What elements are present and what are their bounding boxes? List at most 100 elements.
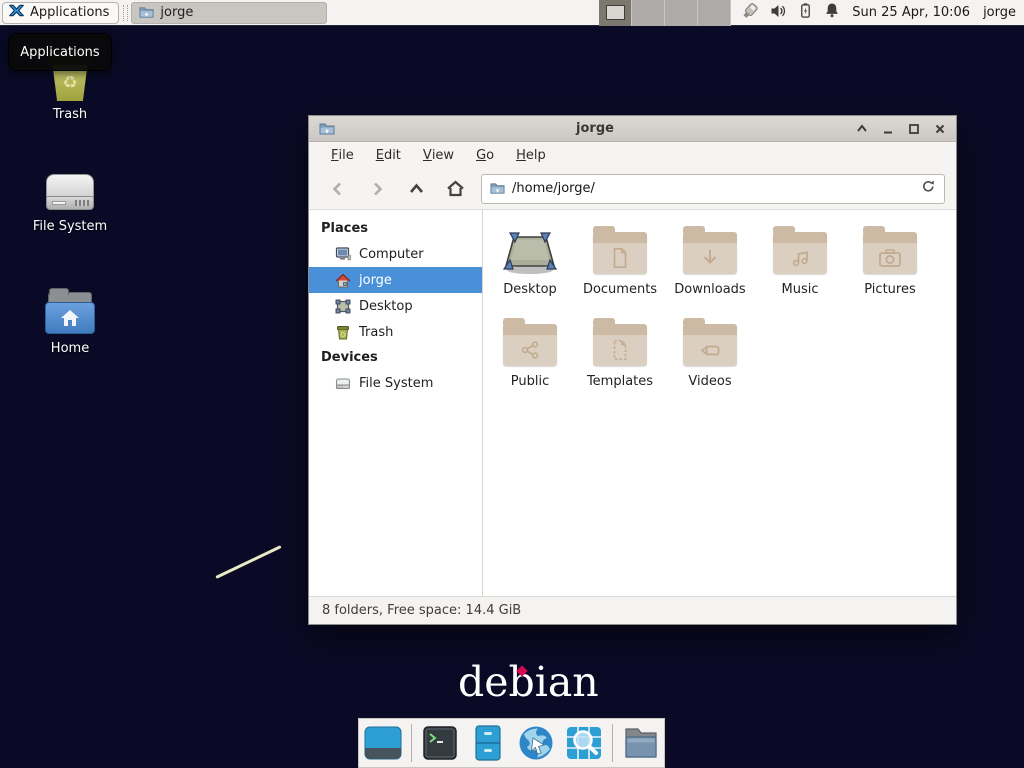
sidebar-item-filesystem[interactable]: File System bbox=[309, 370, 482, 396]
folder-item-desktop[interactable]: Desktop bbox=[485, 224, 575, 312]
recycle-glyph: ♻ bbox=[62, 73, 77, 93]
menu-go[interactable]: Go bbox=[465, 142, 505, 168]
folder-item-pictures[interactable]: Pictures bbox=[845, 224, 935, 312]
directory-menu-button[interactable] bbox=[621, 723, 661, 763]
desktop-icon-filesystem[interactable]: File System bbox=[22, 168, 118, 234]
dock-separator bbox=[612, 724, 613, 762]
shade-button[interactable] bbox=[855, 122, 868, 135]
harddrive-icon bbox=[44, 174, 96, 214]
file-manager-window: jorge File Edit View Go Help bbox=[308, 115, 957, 625]
workspace-switcher bbox=[599, 0, 731, 26]
trash-icon bbox=[335, 325, 351, 340]
camera-glyph bbox=[877, 246, 903, 270]
menu-edit[interactable]: Edit bbox=[365, 142, 412, 168]
folder-view: Desktop Documents Downloads bbox=[483, 210, 956, 596]
folder-icon bbox=[503, 324, 557, 366]
workspace-4[interactable] bbox=[698, 0, 731, 26]
notification-bell-icon[interactable] bbox=[824, 2, 840, 23]
desktop-screen: Applications jorge bbox=[0, 0, 1024, 768]
applications-menu-button[interactable]: Applications bbox=[2, 2, 119, 24]
window-titlebar[interactable]: jorge bbox=[309, 116, 956, 142]
home-button[interactable] bbox=[437, 174, 473, 204]
desktop-icon-label: Trash bbox=[53, 107, 87, 122]
top-panel: Applications jorge bbox=[0, 0, 1024, 26]
workspace-2[interactable] bbox=[632, 0, 665, 26]
show-desktop-button[interactable] bbox=[363, 723, 403, 763]
sidebar-item-desktop[interactable]: Desktop bbox=[309, 293, 482, 319]
folder-item-public[interactable]: Public bbox=[485, 316, 575, 404]
folder-item-videos[interactable]: Videos bbox=[665, 316, 755, 404]
debian-logo: debian bbox=[458, 660, 599, 705]
close-button[interactable] bbox=[933, 122, 946, 135]
share-glyph bbox=[518, 338, 542, 362]
desktop-icon-home[interactable]: Home bbox=[22, 290, 118, 356]
desktop-item-icon bbox=[502, 230, 558, 276]
address-input[interactable] bbox=[512, 181, 914, 196]
folder-item-downloads[interactable]: Downloads bbox=[665, 224, 755, 312]
maximize-button[interactable] bbox=[907, 122, 920, 135]
drive-icon bbox=[335, 377, 351, 390]
panel-clock: Sun 25 Apr, 10:06 bbox=[852, 5, 970, 20]
file-cabinet-launcher[interactable] bbox=[468, 723, 508, 763]
up-button[interactable] bbox=[398, 174, 434, 204]
removable-media-icon[interactable] bbox=[741, 2, 759, 24]
sidebar-header-devices: Devices bbox=[309, 345, 482, 370]
power-manager-icon[interactable] bbox=[798, 2, 813, 23]
desktop-icon bbox=[335, 299, 351, 314]
window-title: jorge bbox=[335, 121, 855, 136]
status-text: 8 folders, Free space: 14.4 GiB bbox=[322, 603, 521, 618]
workspace-3[interactable] bbox=[665, 0, 698, 26]
folder-item-templates[interactable]: Templates bbox=[575, 316, 665, 404]
folder-icon bbox=[863, 232, 917, 274]
menu-view[interactable]: View bbox=[412, 142, 465, 168]
minimize-button[interactable] bbox=[881, 122, 894, 135]
menu-file[interactable]: File bbox=[320, 142, 365, 168]
web-browser-launcher[interactable] bbox=[516, 723, 556, 763]
download-arrow-glyph bbox=[698, 246, 722, 270]
sidebar: Places Computer jorge Desktop Trash bbox=[309, 210, 483, 596]
statusbar: 8 folders, Free space: 14.4 GiB bbox=[309, 596, 956, 624]
app-finder-launcher[interactable] bbox=[564, 723, 604, 763]
sidebar-item-trash[interactable]: Trash bbox=[309, 319, 482, 345]
folder-item-music[interactable]: Music bbox=[755, 224, 845, 312]
folder-icon bbox=[683, 232, 737, 274]
panel-username[interactable]: jorge bbox=[983, 5, 1016, 20]
template-glyph bbox=[609, 338, 631, 362]
taskbar-window-label: jorge bbox=[160, 5, 193, 20]
back-button[interactable] bbox=[320, 174, 356, 204]
toolbar bbox=[309, 168, 956, 210]
panel-handle[interactable] bbox=[123, 5, 128, 21]
sidebar-header-places: Places bbox=[309, 216, 482, 241]
volume-icon[interactable] bbox=[770, 3, 787, 23]
bottom-dock bbox=[358, 718, 665, 768]
home-folder-icon bbox=[44, 292, 96, 336]
address-folder-icon bbox=[490, 181, 505, 196]
sidebar-item-computer[interactable]: Computer bbox=[309, 241, 482, 267]
folder-item-documents[interactable]: Documents bbox=[575, 224, 665, 312]
window-folder-icon bbox=[319, 121, 335, 137]
computer-icon bbox=[335, 247, 351, 261]
applications-menu-label: Applications bbox=[30, 5, 109, 20]
desktop-icon-label: Home bbox=[51, 341, 89, 356]
home-icon bbox=[335, 273, 351, 288]
system-tray bbox=[741, 2, 840, 24]
folder-icon bbox=[139, 5, 154, 20]
address-bar[interactable] bbox=[481, 174, 945, 204]
folder-icon bbox=[773, 232, 827, 274]
sidebar-item-jorge[interactable]: jorge bbox=[309, 267, 482, 293]
folder-icon bbox=[683, 324, 737, 366]
menu-help[interactable]: Help bbox=[505, 142, 557, 168]
workspace-1[interactable] bbox=[599, 0, 632, 26]
forward-button[interactable] bbox=[359, 174, 395, 204]
folder-icon bbox=[593, 324, 647, 366]
reload-button[interactable] bbox=[921, 179, 936, 198]
video-camera-glyph bbox=[697, 338, 723, 362]
document-glyph bbox=[609, 246, 631, 270]
music-note-glyph bbox=[788, 246, 812, 270]
dock-separator bbox=[411, 724, 412, 762]
workspace-window-thumbnail bbox=[606, 5, 625, 20]
folder-icon bbox=[593, 232, 647, 274]
taskbar-window-button[interactable]: jorge bbox=[131, 2, 327, 24]
terminal-launcher[interactable] bbox=[420, 723, 460, 763]
menubar: File Edit View Go Help bbox=[309, 142, 956, 168]
